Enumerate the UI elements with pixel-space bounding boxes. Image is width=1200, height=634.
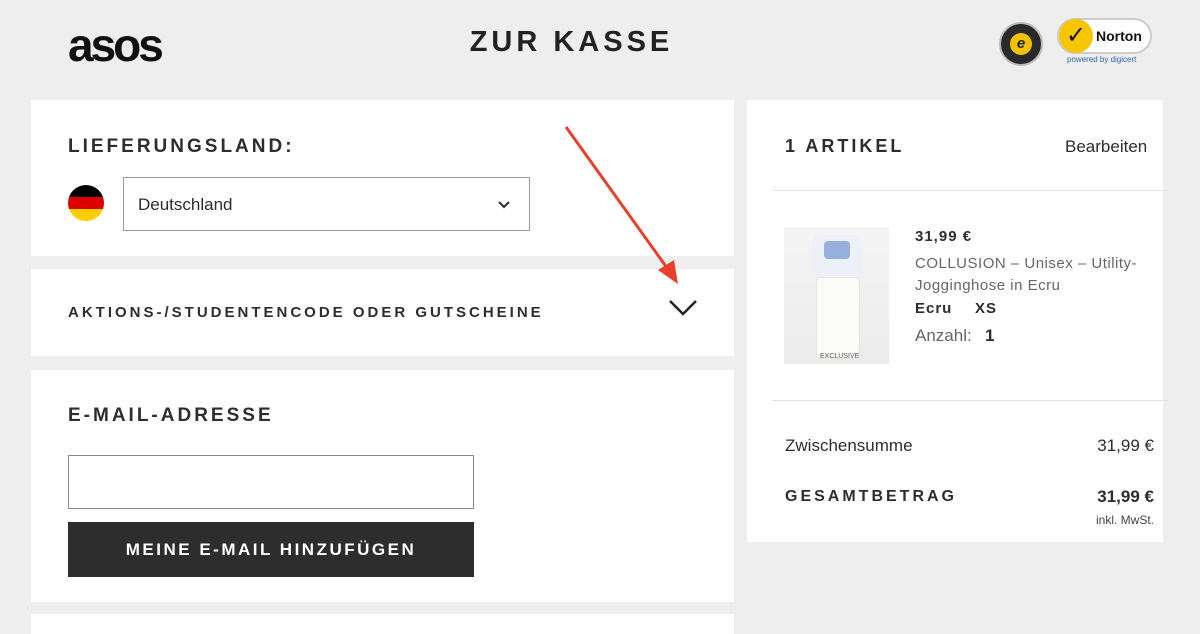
total-value: 31,99 €	[1097, 487, 1154, 506]
subtotal-label: Zwischensumme	[785, 436, 913, 455]
trusted-shops-e-icon: e	[1010, 33, 1032, 55]
add-email-button[interactable]: MEINE E-MAIL HINZUFÜGEN	[68, 522, 474, 577]
email-input[interactable]	[68, 455, 474, 509]
flag-de-icon	[68, 185, 104, 221]
norton-check-icon: ✓	[1059, 19, 1093, 53]
chevron-down-icon	[498, 196, 510, 212]
items-count: 1 ARTIKEL	[785, 136, 905, 156]
product-color: Ecru	[915, 300, 953, 317]
product-size: XS	[975, 300, 998, 317]
quantity-value: 1	[985, 326, 995, 345]
shipping-country-heading: LIEFERUNGSLAND:	[68, 136, 295, 157]
norton-subtitle: powered by digicert	[1067, 55, 1137, 64]
edit-link[interactable]: Bearbeiten	[1065, 137, 1147, 157]
divider	[772, 400, 1168, 401]
next-panel	[31, 614, 734, 634]
subtotal-value: 31,99 €	[1097, 436, 1154, 455]
divider	[772, 190, 1168, 191]
product-price: 31,99 €	[915, 228, 973, 245]
product-name[interactable]: COLLUSION – Unisex – Utility-Jogginghose…	[915, 253, 1160, 297]
product-image[interactable]	[784, 227, 889, 364]
annotation-arrow-icon	[564, 126, 678, 284]
email-heading: E-MAIL-ADRESSE	[68, 405, 274, 426]
norton-label: Norton	[1096, 28, 1142, 44]
expand-chevron-icon[interactable]	[668, 298, 698, 318]
exclusive-badge: EXCLUSIVE	[820, 353, 860, 360]
tax-note: inkl. MwSt.	[1095, 513, 1154, 527]
promo-code-label[interactable]: AKTIONS-/STUDENTENCODE ODER GUTSCHEINE	[68, 304, 544, 321]
page-title: ZUR KASSE	[469, 26, 674, 58]
country-select-value: Deutschland	[138, 195, 233, 214]
quantity-label: Anzahl:	[915, 326, 972, 345]
total-label: GESAMTBETRAG	[785, 488, 957, 505]
trusted-shops-badge-icon[interactable]: e	[999, 22, 1043, 66]
